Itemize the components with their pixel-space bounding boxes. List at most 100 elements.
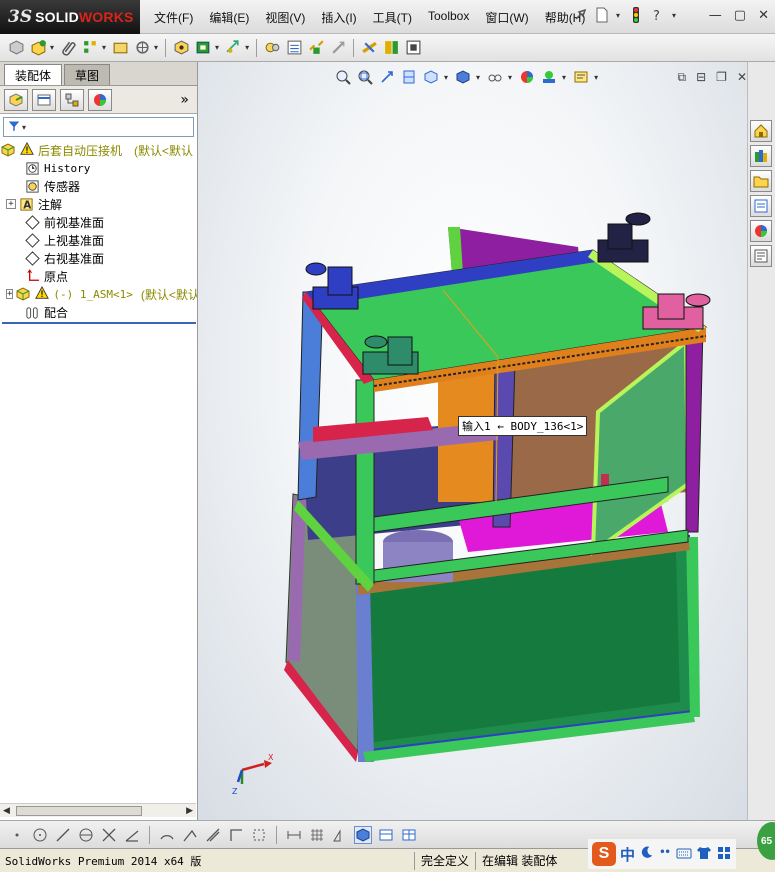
custom-properties-icon[interactable] xyxy=(750,245,772,267)
tree-item-top-plane[interactable]: 上视基准面 xyxy=(0,231,197,249)
punctuation-icon[interactable] xyxy=(658,846,672,863)
tree-item-sensors[interactable]: 传感器 xyxy=(0,177,197,195)
tree-item-right-plane[interactable]: 右视基准面 xyxy=(0,249,197,267)
explode-line-sketch-icon[interactable] xyxy=(328,38,348,58)
display-manager-tab-icon[interactable] xyxy=(88,88,112,111)
trim-icon[interactable] xyxy=(100,826,118,844)
property-manager-tab-icon[interactable] xyxy=(32,88,56,111)
top-front-clamp[interactable] xyxy=(362,335,419,375)
expand-icon[interactable]: + xyxy=(6,199,16,209)
new-document-icon[interactable] xyxy=(594,7,610,23)
tree-item-front-plane[interactable]: 前视基准面 xyxy=(0,213,197,231)
pin-icon[interactable] xyxy=(572,7,588,23)
moon-icon[interactable] xyxy=(639,845,654,863)
tree-filter[interactable]: ▾ xyxy=(3,117,194,137)
hole-alignment-icon[interactable] xyxy=(403,38,423,58)
menu-edit[interactable]: 编辑(E) xyxy=(201,9,257,26)
keyboard-icon[interactable] xyxy=(676,845,692,864)
shaded-sketch-icon[interactable] xyxy=(354,825,372,844)
grid-icon[interactable] xyxy=(308,826,326,844)
view-palette-icon[interactable] xyxy=(750,195,772,217)
home-icon[interactable] xyxy=(750,120,772,142)
tree-item-history[interactable]: History xyxy=(0,159,197,177)
ime-language[interactable]: 中 xyxy=(620,844,635,865)
input-method-bar[interactable]: S 中 xyxy=(588,839,737,869)
menu-insert[interactable]: 插入(I) xyxy=(313,9,364,26)
sogou-logo-icon[interactable]: S xyxy=(592,842,616,866)
line-icon[interactable] xyxy=(54,826,72,844)
filter-icon[interactable] xyxy=(8,120,20,135)
menu-file[interactable]: 文件(F) xyxy=(146,9,201,26)
restore-icon[interactable]: ▢ xyxy=(734,8,746,23)
assembly-model[interactable] xyxy=(198,62,747,820)
tree-item-subassembly[interactable]: + (-) 1_ASM<1> (默认<默认 xyxy=(0,285,197,303)
chevron-down-icon[interactable]: ▾ xyxy=(22,123,26,132)
circle-icon[interactable] xyxy=(31,826,49,844)
table-icon[interactable] xyxy=(400,826,418,844)
close-icon[interactable]: ✕ xyxy=(758,8,769,23)
angle-icon[interactable] xyxy=(123,826,141,844)
component-icon[interactable] xyxy=(6,38,26,58)
smart-fastener-icon[interactable] xyxy=(110,38,130,58)
slot-icon[interactable] xyxy=(204,826,222,844)
insert-component-icon[interactable] xyxy=(28,38,48,58)
clearance-verification-icon[interactable] xyxy=(381,38,401,58)
dimension-icon[interactable] xyxy=(285,826,303,844)
menu-view[interactable]: 视图(V) xyxy=(257,9,313,26)
menu-toolbox[interactable]: Toolbox xyxy=(420,9,477,26)
centerline-icon[interactable] xyxy=(181,826,199,844)
chevron-down-icon[interactable]: ▾ xyxy=(154,43,158,52)
show-hidden-icon[interactable] xyxy=(171,38,191,58)
pattern-icon[interactable] xyxy=(80,38,100,58)
tree-item-annotations[interactable]: + A 注解 xyxy=(0,195,197,213)
chevron-down-icon[interactable]: ▾ xyxy=(245,43,249,52)
polygon-icon[interactable] xyxy=(77,826,95,844)
layout-icon[interactable] xyxy=(377,826,395,844)
reference-geometry-icon[interactable] xyxy=(223,38,243,58)
feature-tree-tab-icon[interactable] xyxy=(4,88,28,111)
menu-window[interactable]: 窗口(W) xyxy=(477,9,536,26)
skin-shirt-icon[interactable] xyxy=(696,845,712,864)
tree-root-assembly[interactable]: 后套自动压接机 (默认<默认 xyxy=(0,141,197,159)
chevron-down-icon[interactable]: ▾ xyxy=(50,43,54,52)
minimize-icon[interactable]: — xyxy=(709,8,722,23)
point-icon[interactable] xyxy=(8,826,26,844)
help-icon[interactable]: ? xyxy=(650,7,666,24)
tab-sketch[interactable]: 草图 xyxy=(64,64,111,85)
menu-tools[interactable]: 工具(T) xyxy=(365,9,420,26)
assembly-features-icon[interactable] xyxy=(193,38,213,58)
expand-icon[interactable]: + xyxy=(6,289,14,299)
solidworks-logo[interactable]: 3S SOLIDWORKS xyxy=(0,0,140,34)
traffic-light-icon[interactable] xyxy=(628,7,644,23)
center-rectangle-icon[interactable] xyxy=(250,826,268,844)
configuration-manager-tab-icon[interactable] xyxy=(60,88,84,111)
top-left-clamp[interactable] xyxy=(305,262,359,310)
arc-icon[interactable] xyxy=(158,826,176,844)
tree-item-mates[interactable]: 配合 xyxy=(0,303,197,321)
horizontal-scrollbar[interactable]: ◀ ▶ xyxy=(0,803,196,817)
exploded-view-icon[interactable] xyxy=(306,38,326,58)
top-back-clamp[interactable] xyxy=(597,212,651,263)
chevron-down-icon[interactable]: ▾ xyxy=(215,43,219,52)
help-dropdown-icon[interactable]: ▾ xyxy=(672,11,676,20)
mate-callout[interactable]: 输入1 ← BODY_136<1> xyxy=(458,416,588,436)
tab-assembly[interactable]: 装配体 xyxy=(4,64,63,85)
paperclip-icon[interactable] xyxy=(58,38,78,58)
move-component-icon[interactable] xyxy=(132,38,152,58)
new-motion-study-icon[interactable] xyxy=(262,38,282,58)
scrollbar-thumb[interactable] xyxy=(16,806,142,816)
design-library-icon[interactable] xyxy=(750,145,772,167)
scroll-right-icon[interactable]: ▶ xyxy=(186,805,193,816)
file-explorer-icon[interactable] xyxy=(750,170,772,192)
scroll-left-icon[interactable]: ◀ xyxy=(3,805,10,816)
bill-of-materials-icon[interactable] xyxy=(284,38,304,58)
relation-icon[interactable] xyxy=(331,826,349,844)
toolbox-grid-icon[interactable] xyxy=(716,845,732,864)
corner-rectangle-icon[interactable] xyxy=(227,826,245,844)
graphics-viewport[interactable]: ▾ ▾ ▾ ▾ ▾ ⧉ ⊟ ❐ ✕ 输入1 ← BODY_136<1> X Z xyxy=(198,62,747,820)
double-chevron-icon[interactable]: » xyxy=(180,92,189,108)
interference-detection-icon[interactable] xyxy=(359,38,379,58)
appearances-icon[interactable] xyxy=(750,220,772,242)
chevron-down-icon[interactable]: ▾ xyxy=(102,43,106,52)
tree-item-origin[interactable]: 原点 xyxy=(0,267,197,285)
